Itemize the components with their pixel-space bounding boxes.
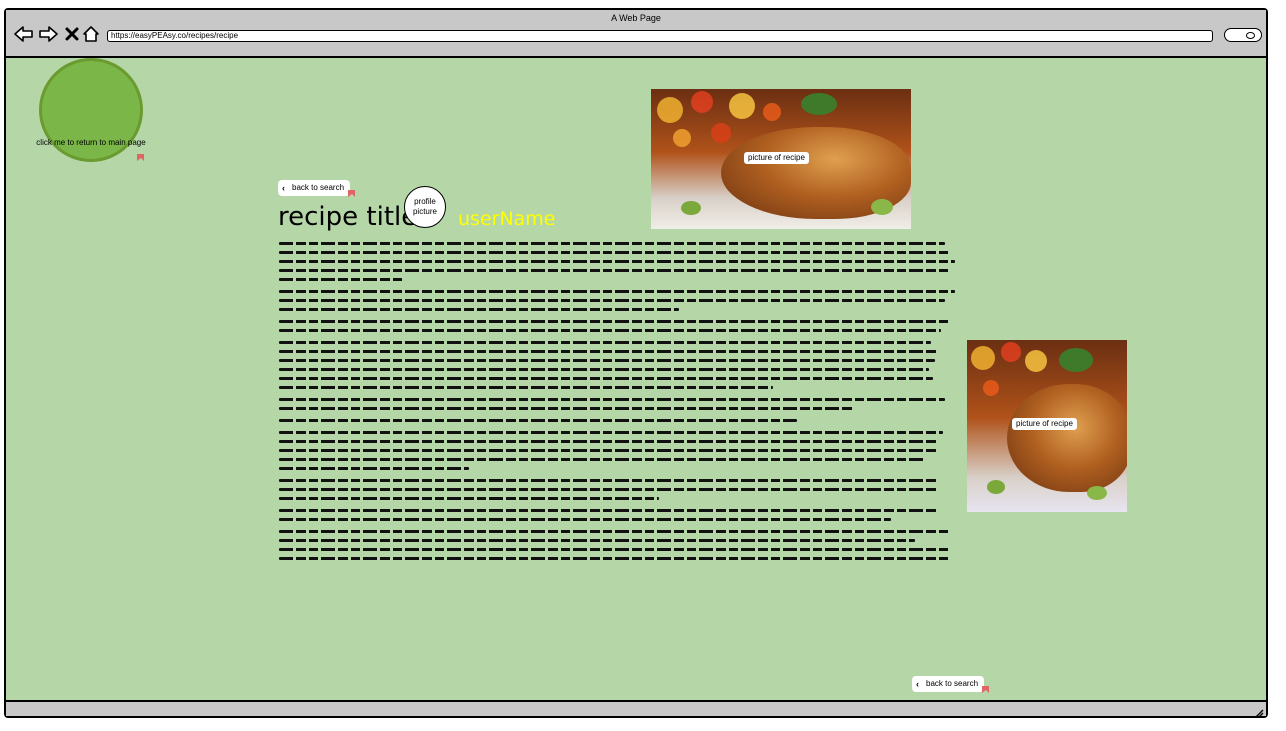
link-flag-icon (348, 190, 355, 197)
recipe-paragraph (279, 509, 959, 521)
page-content: click me to return to main page ‹ back t… (6, 58, 1266, 702)
forward-arrow-icon[interactable] (38, 25, 58, 43)
recipe-image-top: picture of recipe (651, 89, 911, 229)
status-bar (6, 700, 1266, 718)
back-arrow-icon[interactable] (14, 25, 34, 43)
title-bar: A Web Page https://easyPEAsy.co/recipes/… (6, 10, 1266, 58)
back-to-search-button-bottom[interactable]: ‹ back to search (912, 676, 985, 692)
link-flag-icon (137, 154, 144, 161)
recipe-body-text (279, 242, 959, 569)
back-to-search-label: back to search (926, 679, 979, 688)
home-icon[interactable] (81, 25, 101, 43)
recipe-paragraph (279, 431, 959, 470)
link-flag-icon (982, 686, 989, 693)
recipe-paragraph (279, 479, 959, 500)
profile-picture[interactable]: profile picture (404, 186, 446, 228)
resize-grip-icon[interactable] (1254, 705, 1264, 718)
home-button-label[interactable]: click me to return to main page (26, 138, 156, 147)
recipe-image-side-label: picture of recipe (1012, 418, 1077, 430)
back-to-search-button-top[interactable]: ‹ back to search (278, 180, 351, 196)
chevron-left-icon: ‹ (916, 679, 919, 689)
recipe-image-top-label: picture of recipe (744, 152, 809, 164)
close-icon[interactable] (62, 25, 82, 43)
recipe-paragraph (279, 419, 959, 422)
recipe-paragraph (279, 290, 959, 311)
chevron-left-icon: ‹ (282, 183, 285, 193)
recipe-paragraph (279, 530, 959, 560)
profile-picture-label: profile picture (412, 197, 437, 216)
browser-window: A Web Page https://easyPEAsy.co/recipes/… (4, 8, 1268, 718)
recipe-paragraph (279, 242, 959, 281)
back-to-search-label: back to search (292, 183, 345, 192)
address-bar[interactable]: https://easyPEAsy.co/recipes/recipe (107, 30, 1213, 42)
recipe-paragraph (279, 398, 959, 410)
recipe-paragraph (279, 341, 959, 389)
window-title: A Web Page (611, 13, 661, 23)
recipe-image-side: picture of recipe (967, 340, 1127, 512)
recipe-title: recipe title (278, 202, 418, 232)
recipe-paragraph (279, 320, 959, 332)
username[interactable]: userName (458, 208, 556, 230)
search-icon[interactable] (1224, 28, 1262, 42)
